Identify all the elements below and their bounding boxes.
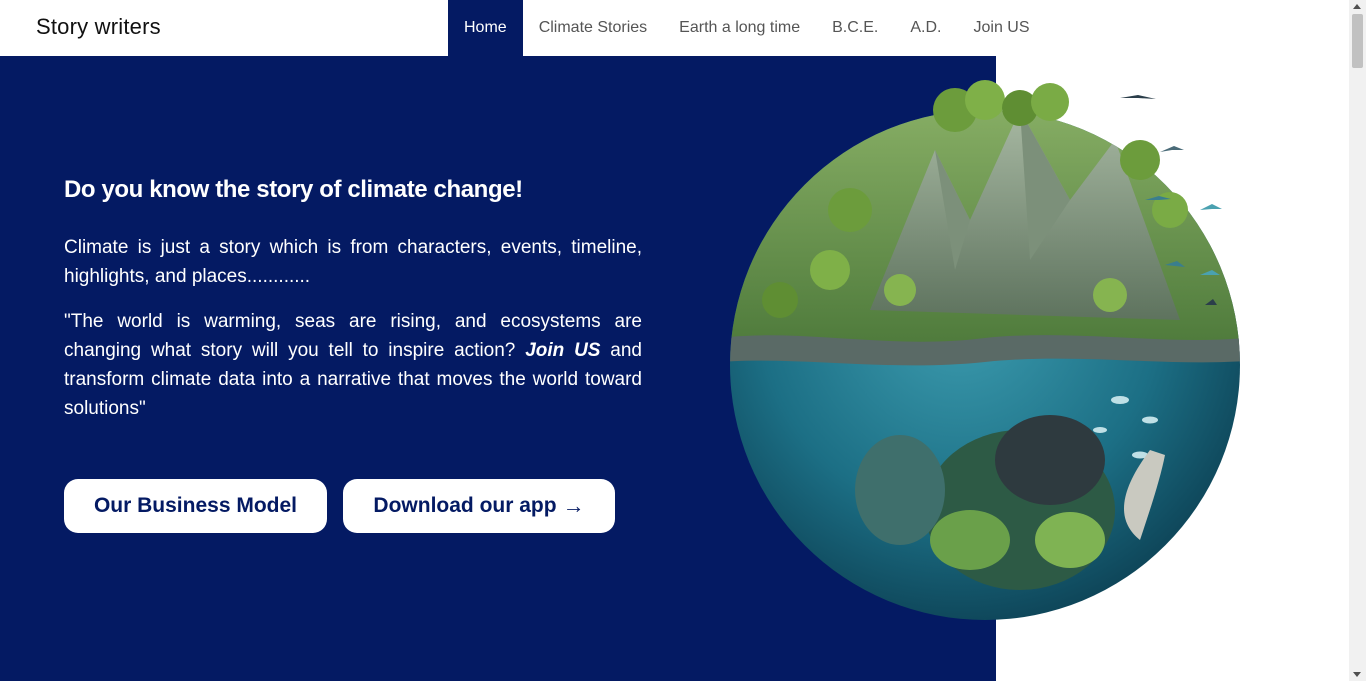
scroll-down-arrow-icon[interactable] — [1353, 672, 1361, 677]
globe-illustration-svg — [730, 80, 1240, 620]
nav-item-join-us[interactable]: Join US — [957, 0, 1045, 56]
scroll-thumb[interactable] — [1352, 14, 1363, 68]
main-nav: Home Climate Stories Earth a long time B… — [448, 0, 1046, 56]
page-scrollbar[interactable] — [1349, 0, 1366, 681]
navbar: Story writers Home Climate Stories Earth… — [0, 0, 1349, 56]
nav-item-bce[interactable]: B.C.E. — [816, 0, 894, 56]
brand-logo[interactable]: Story writers — [36, 14, 161, 40]
nav-item-climate-stories[interactable]: Climate Stories — [523, 0, 663, 56]
nav-item-earth-a-long-time[interactable]: Earth a long time — [663, 0, 816, 56]
hero-headline: Do you know the story of climate change! — [64, 176, 523, 203]
download-app-label: Download our app — [373, 494, 557, 517]
download-app-button[interactable]: Download our app → — [343, 479, 615, 533]
hero-paragraph-intro: Climate is just a story which is from ch… — [64, 237, 642, 287]
nav-item-ad[interactable]: A.D. — [894, 0, 957, 56]
join-us-emphasis: Join US — [525, 340, 601, 361]
arrow-right-icon: → — [562, 493, 585, 518]
nav-item-home[interactable]: Home — [448, 0, 523, 56]
globe-illustration — [720, 70, 1260, 630]
scroll-up-arrow-icon[interactable] — [1353, 4, 1361, 9]
business-model-button[interactable]: Our Business Model — [64, 479, 327, 533]
hero-paragraph-quote: "The world is warming, seas are rising, … — [64, 307, 642, 423]
business-model-label: Our Business Model — [93, 494, 298, 517]
